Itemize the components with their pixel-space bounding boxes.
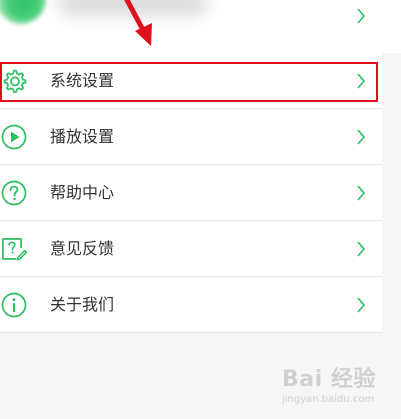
help-icon — [0, 179, 28, 207]
chevron-right-icon — [356, 297, 366, 313]
menu-item-system-settings[interactable]: 系统设置 — [0, 53, 382, 109]
chevron-right-icon — [356, 73, 366, 89]
menu-item-feedback[interactable]: 意见反馈 — [0, 221, 382, 277]
watermark-logo: Bai 经验 — [282, 367, 376, 392]
menu-item-label: 系统设置 — [50, 71, 115, 90]
menu-item-playback-settings[interactable]: 播放设置 — [0, 109, 382, 165]
chevron-right-icon — [356, 129, 366, 145]
menu-item-label: 帮助中心 — [50, 183, 115, 202]
chevron-right-icon — [356, 241, 366, 257]
profile-header[interactable] — [0, 0, 401, 53]
watermark: Bai 经验 jingyan.baidu.com — [282, 367, 398, 417]
menu-item-label: 关于我们 — [50, 295, 115, 314]
chevron-right-icon — [356, 185, 366, 201]
avatar[interactable] — [0, 0, 46, 24]
settings-menu: 系统设置 播放设置 帮助中心 意见反馈 关于我们 — [0, 53, 382, 333]
info-icon — [0, 291, 28, 319]
menu-item-label: 播放设置 — [50, 127, 115, 146]
gear-icon — [0, 67, 28, 95]
menu-item-about-us[interactable]: 关于我们 — [0, 277, 382, 333]
pointer-arrow — [116, 0, 164, 50]
chevron-right-icon — [356, 8, 366, 24]
feedback-icon — [0, 235, 28, 263]
menu-item-help-center[interactable]: 帮助中心 — [0, 165, 382, 221]
play-icon — [0, 123, 28, 151]
watermark-url: jingyan.baidu.com — [282, 394, 375, 405]
menu-item-label: 意见反馈 — [50, 239, 115, 258]
